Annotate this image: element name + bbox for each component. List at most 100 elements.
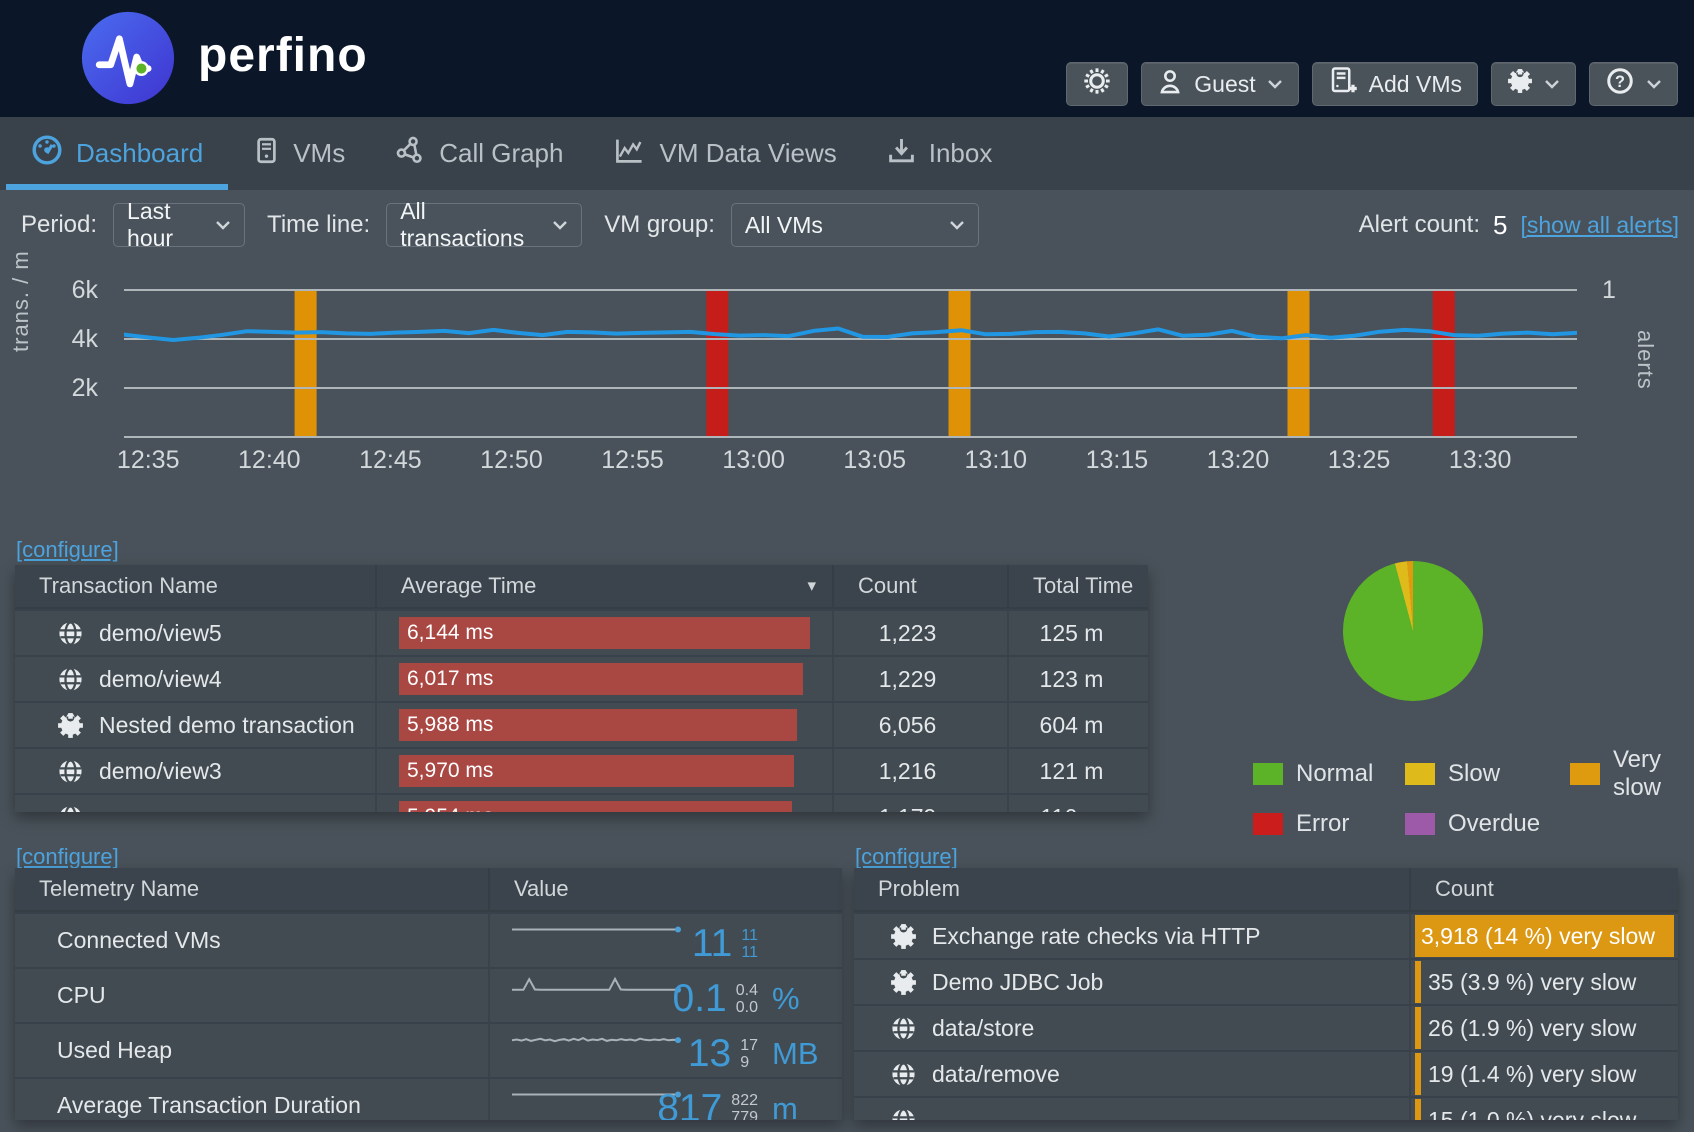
count-bar-sliver: [1415, 1053, 1421, 1095]
transactions-header: Transaction NameAverage Time▾CountTotal …: [15, 565, 1148, 609]
problem-count: 35 (3.9 %) very slow: [1428, 969, 1636, 996]
alert-bar-error[interactable]: [706, 290, 728, 437]
settings-menu-button[interactable]: [1491, 62, 1576, 106]
problem-row[interactable]: data/store 26 (1.9 %) very slow: [854, 1004, 1678, 1050]
transaction-count: 6,056: [834, 703, 1009, 747]
xtick: 13:15: [1086, 446, 1149, 475]
avg-time-bar: 5,988 ms: [399, 709, 797, 741]
ytick-4k: 4k: [48, 325, 98, 354]
transactions-table: Transaction NameAverage Time▾CountTotal …: [15, 565, 1148, 812]
timeline-chart: [124, 282, 1577, 445]
problem-row[interactable]: Demo JDBC Job 35 (3.9 %) very slow: [854, 958, 1678, 1004]
telemetry-row[interactable]: CPU 0.1 0.4 0.0 %: [15, 967, 842, 1022]
show-all-alerts-link[interactable]: [show all alerts]: [1520, 212, 1679, 239]
telemetry-value: 13 17 9 MB: [688, 1034, 830, 1074]
problem-count: 19 (1.4 %) very slow: [1428, 1061, 1636, 1088]
legend-swatch: [1405, 813, 1435, 835]
problem-row[interactable]: data/remove 19 (1.4 %) very slow: [854, 1050, 1678, 1096]
column-header-1[interactable]: Count: [1411, 868, 1678, 910]
add-vm-icon: [1328, 66, 1358, 102]
vm-group-value: All VMs: [745, 212, 823, 239]
sparkline: [512, 919, 684, 940]
timeline-select[interactable]: All transactions: [386, 203, 582, 247]
xtick: 13:05: [843, 446, 906, 475]
period-select[interactable]: Last hour: [113, 203, 245, 247]
chart-icon: [613, 136, 646, 172]
main-nav: Dashboard VMs Call GraphVM Data ViewsInbox: [0, 117, 1694, 190]
telemetry-header: Telemetry NameValue: [15, 868, 842, 912]
xtick: 12:40: [238, 446, 301, 475]
avg-time-bar: 6,017 ms: [399, 663, 803, 695]
telemetry-value: 0.1 0.4 0.0 %: [673, 979, 830, 1019]
transaction-row[interactable]: demo/view4 6,017 ms 1,229 123 m: [15, 655, 1148, 701]
sparkline: [512, 1029, 684, 1050]
problems-configure-link[interactable]: [configure]: [855, 844, 958, 870]
telemetry-row[interactable]: Connected VMs 11 11 11: [15, 912, 842, 967]
alert-bar-very-slow[interactable]: [1288, 290, 1310, 437]
transaction-count: 1,229: [834, 657, 1009, 701]
xtick: 13:10: [965, 446, 1028, 475]
telemetry-name: Average Transaction Duration: [15, 1079, 490, 1120]
column-header-2[interactable]: Count: [834, 565, 1009, 607]
topbar-buttons: Guest Add VMs ?: [1066, 62, 1678, 106]
column-header-1[interactable]: Average Time▾: [377, 565, 834, 607]
transaction-status-pie-chart: [1343, 561, 1483, 701]
legend-swatch: [1253, 763, 1283, 785]
display-options-button[interactable]: [1066, 62, 1128, 106]
column-header-1[interactable]: Value: [490, 868, 842, 910]
telemetry-name: Used Heap: [15, 1024, 490, 1077]
gear-icon: [1507, 68, 1533, 100]
transaction-row[interactable]: demo/view5 6,144 ms 1,223 125 m: [15, 609, 1148, 655]
value-current: 817: [657, 1089, 722, 1120]
tab-vms[interactable]: VMs: [228, 117, 370, 190]
vm-group-select[interactable]: All VMs: [731, 203, 979, 247]
perfino-dashboard: perfino Guest Add VMs ?: [0, 0, 1694, 1132]
transactions-configure-link[interactable]: [configure]: [16, 537, 119, 563]
chevron-down-icon: [1646, 78, 1662, 90]
help-menu-button[interactable]: ?: [1589, 62, 1678, 106]
gear-icon: [890, 923, 917, 950]
tab-call-graph[interactable]: Call Graph: [370, 117, 588, 190]
telemetry-table: Telemetry NameValue Connected VMs 11 11 …: [15, 868, 842, 1120]
pie-legend: NormalSlowVery slowErrorOverdue: [1253, 746, 1694, 838]
transaction-row[interactable]: Nested demo transaction 5,988 ms 6,056 6…: [15, 701, 1148, 747]
problems-header: ProblemCount: [854, 868, 1678, 912]
sparkline-dot: [675, 927, 681, 933]
legend-item-error: Error: [1253, 810, 1405, 838]
xtick: 13:30: [1449, 446, 1512, 475]
alert-bar: Alert count: 5 [show all alerts]: [1359, 203, 1679, 247]
add-vms-button[interactable]: Add VMs: [1312, 62, 1478, 106]
tab-vm-data-views[interactable]: VM Data Views: [588, 117, 861, 190]
timeline-label: Time line:: [267, 211, 370, 239]
transaction-row[interactable]: 5,954 ms 1,179 116 m: [15, 793, 1148, 812]
transaction-count: 1,223: [834, 611, 1009, 655]
telemetry-row[interactable]: Used Heap 13 17 9 MB: [15, 1022, 842, 1077]
value-unit: m: [772, 1089, 830, 1120]
transaction-total-time: 123 m: [1009, 657, 1148, 701]
column-header-0[interactable]: Problem: [854, 868, 1411, 910]
alert-bar-very-slow[interactable]: [949, 290, 971, 437]
problem-row[interactable]: Exchange rate checks via HTTP 3,918 (14 …: [854, 912, 1678, 958]
chevron-down-icon: [1544, 78, 1560, 90]
guest-user-button[interactable]: Guest: [1141, 62, 1298, 106]
legend-swatch: [1253, 813, 1283, 835]
globe-icon: [890, 1061, 917, 1088]
telemetry-configure-link[interactable]: [configure]: [16, 844, 119, 870]
period-value: Last hour: [127, 198, 199, 252]
transaction-row[interactable]: demo/view3 5,970 ms 1,216 121 m: [15, 747, 1148, 793]
perfino-logo-icon: [80, 10, 176, 106]
telemetry-row[interactable]: Average Transaction Duration 817 822 779…: [15, 1077, 842, 1120]
problem-row[interactable]: 15 (1.0 %) very slow: [854, 1096, 1678, 1120]
tab-inbox[interactable]: Inbox: [862, 117, 1018, 190]
alert-bar-error[interactable]: [1433, 290, 1455, 437]
period-label: Period:: [21, 211, 97, 239]
column-header-3[interactable]: Total Time: [1009, 565, 1148, 607]
xtick: 12:45: [359, 446, 422, 475]
tab-label: VMs: [293, 138, 345, 169]
alert-bar-very-slow[interactable]: [295, 290, 317, 437]
column-header-0[interactable]: Transaction Name: [15, 565, 377, 607]
transaction-total-time: 604 m: [1009, 703, 1148, 747]
avg-time-bar: 6,144 ms: [399, 617, 810, 649]
column-header-0[interactable]: Telemetry Name: [15, 868, 490, 910]
tab-dashboard[interactable]: Dashboard: [6, 117, 228, 190]
